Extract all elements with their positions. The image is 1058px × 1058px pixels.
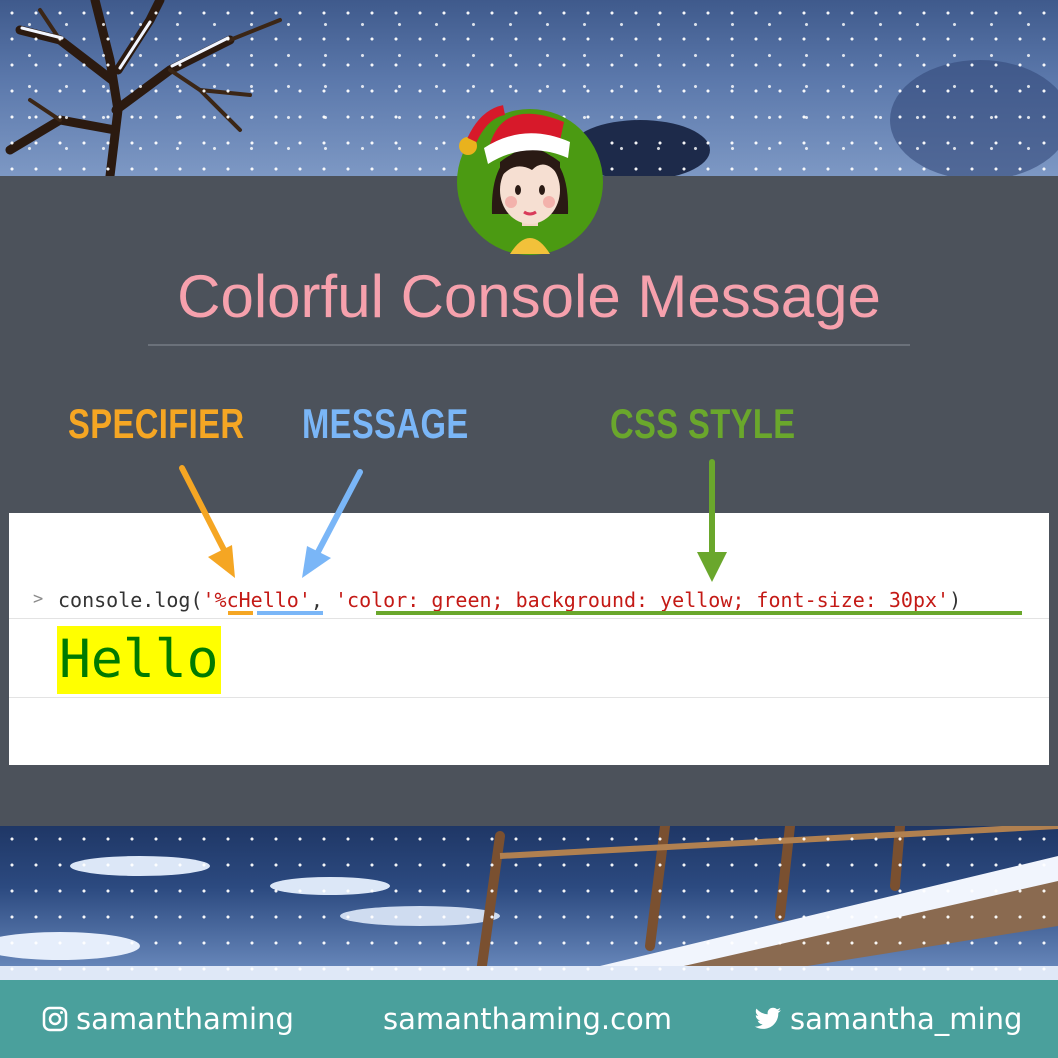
console-output: Hello: [57, 626, 221, 694]
css-style-string: 'color: green; background: yellow; font-…: [335, 588, 950, 612]
instagram-icon: [42, 1006, 68, 1032]
snowfall: [0, 826, 1058, 980]
website-text: samanthaming.com: [383, 1002, 673, 1036]
message-underline: [257, 611, 323, 615]
console-row-divider: [9, 618, 1049, 619]
page-title: Colorful Console Message: [177, 263, 881, 330]
avatar: [454, 104, 606, 256]
message-text: Hello: [238, 588, 299, 612]
console-command[interactable]: console.log('%cHello', 'color: green; ba…: [58, 587, 961, 613]
argument-separator: ,: [310, 588, 335, 612]
string-quote-open: ': [202, 588, 215, 612]
specifier-label: SPECIFIER: [68, 400, 245, 447]
winter-scene-bottom: [0, 826, 1058, 980]
format-specifier: %c: [214, 588, 239, 612]
css-style-underline: [376, 611, 1022, 615]
code-prefix: console.log(: [58, 588, 203, 612]
title-divider: [148, 344, 910, 346]
twitter-icon: [754, 1007, 781, 1029]
santa-hat-avatar-icon: [457, 105, 603, 255]
twitter-handle-text: samantha_ming: [790, 1002, 1023, 1036]
css-style-label: CSS STYLE: [610, 400, 796, 447]
specifier-underline: [228, 611, 253, 615]
message-label: MESSAGE: [302, 400, 469, 447]
devtools-console[interactable]: > console.log('%cHello', 'color: green; …: [9, 513, 1049, 765]
code-suffix: ): [949, 588, 962, 612]
console-prompt-icon: >: [33, 589, 44, 609]
string-quote-close: ': [298, 588, 311, 612]
console-row-divider: [9, 697, 1049, 698]
instagram-handle[interactable]: samanthaming: [42, 980, 294, 1058]
twitter-handle[interactable]: samantha_ming: [754, 980, 1022, 1058]
instagram-handle-text: samanthaming: [76, 1002, 294, 1036]
website-link[interactable]: samanthaming.com: [383, 980, 672, 1058]
footer-bar: samanthaming samanthaming.com samantha_m…: [0, 980, 1058, 1058]
